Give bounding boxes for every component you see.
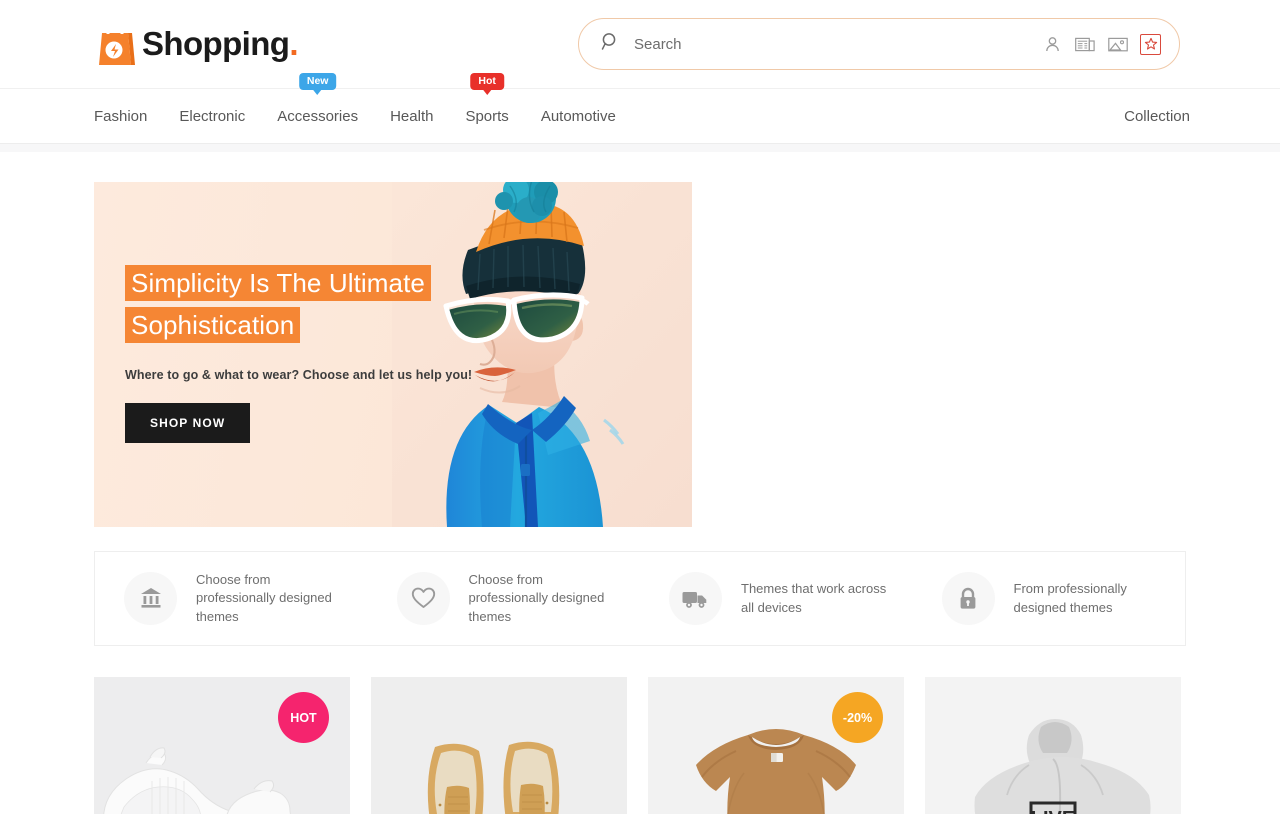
nav-item-label: Electronic [179, 107, 246, 125]
product-grid: HOT -20% [94, 677, 1186, 814]
product-badge-discount: -20% [832, 692, 883, 743]
page-content: Simplicity Is The Ultimate Sophisticatio… [0, 182, 1280, 814]
site-header: Shopping. [0, 0, 1280, 88]
logo[interactable]: Shopping. [94, 19, 298, 69]
feature-item: Choose from professionally designed them… [368, 571, 641, 626]
nav-item-label: Accessories [277, 107, 359, 125]
lock-icon [941, 572, 995, 625]
bank-icon [124, 571, 177, 625]
tan-slip-on-shoes-image [371, 677, 627, 814]
news-icon[interactable] [1074, 33, 1096, 55]
hero-heading: Simplicity Is The Ultimate Sophisticatio… [125, 265, 431, 344]
nav-item-accessories[interactable]: New Accessories [277, 72, 359, 125]
product-card[interactable] [371, 677, 627, 814]
nav-item-automotive[interactable]: Automotive [541, 108, 616, 125]
feature-text: Choose from professionally designed them… [196, 571, 332, 624]
nav-item-fashion[interactable]: Fashion [94, 108, 147, 125]
badge-new: New [298, 72, 337, 95]
gray-hoodie-image: LIVE [925, 677, 1181, 814]
feature-item: Choose from professionally designed them… [95, 571, 368, 626]
nav-item-health[interactable]: Health [390, 108, 433, 125]
nav-item-label: Sports [465, 107, 509, 125]
nav-item-collection[interactable]: Collection [1124, 108, 1190, 125]
shop-now-button[interactable]: SHOP NOW [125, 403, 251, 444]
feature-item: Themes that work across all devices [640, 572, 913, 625]
nav-item-label: Fashion [94, 107, 148, 125]
hero-banner: Simplicity Is The Ultimate Sophisticatio… [94, 182, 692, 527]
svg-text:LIVE: LIVE [1031, 808, 1075, 814]
hero-heading-line2: Sophistication [125, 307, 301, 344]
search-input[interactable] [634, 35, 1041, 53]
feature-text: Themes that work across all devices [741, 581, 887, 615]
favorites-icon[interactable] [1140, 33, 1161, 55]
search-bar[interactable] [578, 18, 1180, 70]
product-card[interactable]: LIVE [925, 677, 1181, 814]
hero-heading-line1: Simplicity Is The Ultimate [125, 265, 431, 301]
feature-text: Choose from professionally designed them… [468, 571, 605, 624]
heart-icon [396, 571, 450, 625]
feature-item: From professionally designed themes [913, 572, 1186, 625]
logo-dot: . [289, 25, 298, 62]
nav-item-electronic[interactable]: Electronic [179, 108, 245, 125]
product-badge-hot: HOT [278, 692, 329, 743]
shopping-bag-icon [94, 19, 140, 69]
hero-subheading: Where to go & what to wear? Choose and l… [125, 368, 473, 383]
search-tools [1041, 33, 1161, 55]
search-icon [601, 32, 620, 56]
account-icon[interactable] [1041, 33, 1063, 55]
features-bar: Choose from professionally designed them… [94, 551, 1186, 646]
nav-item-label: Health [390, 107, 434, 125]
logo-text: Shopping. [142, 25, 298, 62]
hero-copy: Simplicity Is The Ultimate Sophisticatio… [125, 262, 485, 444]
main-nav: Fashion Electronic New Accessories Healt… [0, 72, 1280, 144]
image-icon[interactable] [1107, 33, 1129, 55]
product-card[interactable]: HOT [94, 677, 350, 814]
nav-items: Fashion Electronic New Accessories Healt… [94, 72, 616, 125]
feature-text: From professionally designed themes [1013, 581, 1127, 615]
nav-item-sports[interactable]: Hot Sports [465, 72, 509, 125]
product-card[interactable]: -20% [648, 677, 904, 814]
badge-hot: Hot [470, 72, 504, 95]
nav-item-label: Automotive [540, 107, 616, 125]
nav-bottom-strip [0, 144, 1280, 152]
truck-icon [669, 572, 722, 625]
